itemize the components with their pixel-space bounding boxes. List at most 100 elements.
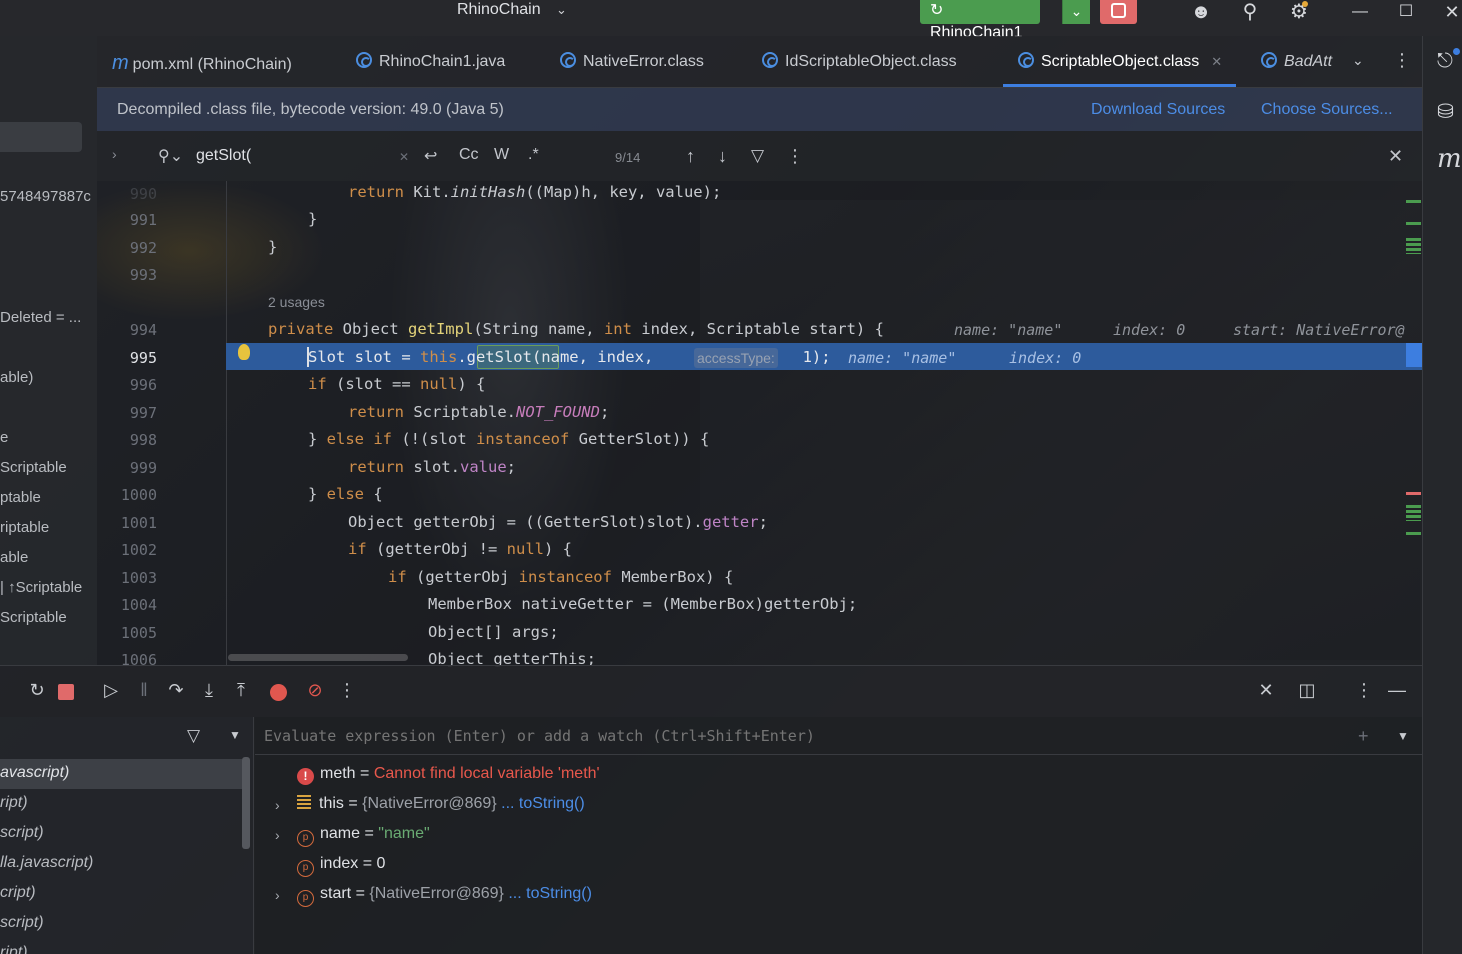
project-panel-item[interactable]: riptable	[0, 519, 97, 536]
project-panel-item[interactable]: able)	[0, 369, 97, 386]
more-tabs-icon[interactable]: ⋮	[1393, 50, 1411, 71]
add-user-icon[interactable]: ☻	[1186, 0, 1216, 26]
stop-button[interactable]	[1100, 0, 1137, 24]
resume-icon[interactable]: ▷	[99, 680, 123, 701]
variable-row[interactable]: ! meth = Cannot find local variable 'meth…	[297, 765, 600, 785]
stack-frame[interactable]: lla.javascript)	[0, 849, 242, 879]
search-history-icon[interactable]: ⚲⌄	[158, 146, 183, 166]
project-panel-selected-item[interactable]	[0, 122, 82, 152]
database-icon[interactable]: ⛁	[1437, 99, 1454, 124]
mute-breakpoints-icon[interactable]: ⊘	[303, 680, 327, 701]
filter-icon[interactable]: ▽	[751, 146, 764, 166]
search-icon[interactable]: ⚲	[1235, 0, 1265, 26]
rerun-icon[interactable]: ↻	[25, 680, 49, 701]
project-panel-item[interactable]: able	[0, 549, 97, 566]
chevron-down-icon[interactable]: ⌄	[556, 2, 567, 18]
editor-horizontal-scrollbar[interactable]	[228, 654, 408, 661]
expand-chevron-icon[interactable]: ›	[275, 827, 280, 843]
stack-frame[interactable]: script)	[0, 819, 242, 849]
step-into-icon[interactable]: ⤓	[197, 680, 221, 701]
code-editor[interactable]	[97, 181, 1422, 665]
variable-row[interactable]: p index = 0	[297, 855, 385, 877]
stack-frame-selected[interactable]: avascript)	[0, 759, 242, 789]
more-options-icon[interactable]: ⋮	[786, 146, 804, 167]
filter-icon[interactable]: ▽	[187, 726, 200, 746]
debug-options-icon[interactable]: ⋮	[1352, 680, 1376, 701]
close-find-icon[interactable]: ✕	[1388, 146, 1403, 167]
stack-frame[interactable]: script)	[0, 909, 242, 939]
tab-scriptableobject-class[interactable]: ScriptableObject.class ✕	[1018, 52, 1222, 71]
expand-chevron-icon[interactable]: ›	[275, 797, 280, 813]
pause-icon[interactable]: ‖	[132, 680, 156, 701]
change-marker[interactable]	[1406, 238, 1421, 254]
match-case-toggle[interactable]: Cc	[459, 146, 479, 164]
project-panel-item[interactable]: Scriptable	[0, 459, 97, 476]
step-over-icon[interactable]: ↷	[164, 680, 188, 701]
tab-pom-xml[interactable]: m pom.xml (RhinoChain)	[112, 52, 292, 75]
lightbulb-icon[interactable]	[238, 344, 250, 360]
line-number: 993	[129, 266, 157, 284]
maven-icon[interactable]: m	[1437, 144, 1462, 174]
layout-icon[interactable]: ◫	[1295, 680, 1319, 701]
run-config-selector[interactable]: ↻ RhinoChain1	[920, 0, 1040, 41]
maximize-icon[interactable]: ☐	[1391, 0, 1421, 26]
view-breakpoints-icon[interactable]	[270, 684, 287, 701]
tab-rhinochain1-java[interactable]: RhinoChain1.java	[356, 52, 505, 71]
change-marker[interactable]	[1406, 532, 1421, 535]
project-panel-item[interactable]: | ↑Scriptable	[0, 579, 97, 596]
close-tab-icon[interactable]: ✕	[1211, 54, 1222, 69]
close-debug-icon[interactable]: ✕	[1254, 680, 1278, 701]
project-panel-item[interactable]: 5748497887с	[0, 188, 97, 205]
find-input[interactable]	[196, 147, 396, 165]
close-window-icon[interactable]: ✕	[1437, 0, 1462, 26]
clear-search-icon[interactable]: ✕	[399, 150, 409, 164]
stack-frame[interactable]: ript)	[0, 939, 242, 954]
tab-idscriptableobject-class[interactable]: IdScriptableObject.class	[762, 52, 957, 71]
more-debug-icon[interactable]: ⋮	[335, 680, 359, 701]
usages-hint[interactable]: 2 usages	[268, 294, 325, 310]
project-panel-item[interactable]: Deleted = ...	[0, 309, 97, 326]
frames-dropdown-icon[interactable]: ▼	[229, 728, 241, 742]
step-out-icon[interactable]: ⤒	[229, 680, 253, 701]
variable-row[interactable]: p name = "name"	[297, 825, 430, 847]
minimize-icon[interactable]: —	[1345, 0, 1375, 26]
frames-scrollbar[interactable]	[242, 757, 250, 849]
stop-debug-icon[interactable]	[58, 684, 74, 700]
variable-row[interactable]: this = {NativeError@869} ... toString()	[297, 795, 585, 813]
tostring-link[interactable]: ... toString()	[501, 795, 585, 812]
new-line-icon[interactable]: ↩	[424, 146, 437, 166]
current-line-marker[interactable]	[1406, 343, 1422, 367]
project-panel-item[interactable]: ptable	[0, 489, 97, 506]
tab-nativeerror-class[interactable]: NativeError.class	[560, 52, 704, 71]
run-config-chevron-icon[interactable]: ⌄	[1062, 0, 1090, 24]
tab-badatt[interactable]: BadAtt	[1261, 52, 1341, 71]
notification-badge	[1453, 48, 1460, 55]
change-marker[interactable]	[1406, 200, 1421, 203]
stack-frame[interactable]: cript)	[0, 879, 242, 909]
project-panel-item[interactable]: e	[0, 429, 97, 446]
settings-gear-icon[interactable]: ⚙	[1284, 0, 1314, 26]
project-panel-item[interactable]: Scriptable	[0, 609, 97, 626]
eval-history-icon[interactable]: ▼	[1397, 729, 1409, 743]
previous-occurrence-icon[interactable]: ↑	[686, 146, 695, 167]
change-marker[interactable]	[1406, 505, 1421, 521]
download-sources-link[interactable]: Download Sources	[1091, 101, 1225, 119]
change-marker[interactable]	[1406, 222, 1421, 225]
project-selector[interactable]: RhinoChain	[457, 1, 541, 19]
whole-words-toggle[interactable]: W	[494, 146, 509, 164]
expand-replace-chevron-icon[interactable]: ›	[112, 146, 117, 162]
error-marker[interactable]	[1406, 492, 1421, 495]
tostring-link[interactable]: ... toString()	[508, 885, 592, 902]
expand-chevron-icon[interactable]: ›	[275, 887, 280, 903]
variable-row[interactable]: p start = {NativeError@869} ... toString(…	[297, 885, 592, 907]
error-icon: !	[297, 768, 314, 785]
hide-panel-icon[interactable]: —	[1385, 680, 1409, 701]
stack-frame[interactable]: ript)	[0, 789, 242, 819]
regex-toggle[interactable]: .*	[528, 146, 539, 164]
next-occurrence-icon[interactable]: ↓	[718, 146, 727, 167]
choose-sources-link[interactable]: Choose Sources...	[1261, 101, 1393, 119]
notifications-bell-icon[interactable]: ⎋	[1437, 50, 1453, 73]
evaluate-expression-input[interactable]	[264, 727, 1344, 745]
tab-list-chevron-icon[interactable]: ⌄	[1352, 52, 1364, 69]
add-watch-icon[interactable]: +	[1358, 726, 1369, 747]
